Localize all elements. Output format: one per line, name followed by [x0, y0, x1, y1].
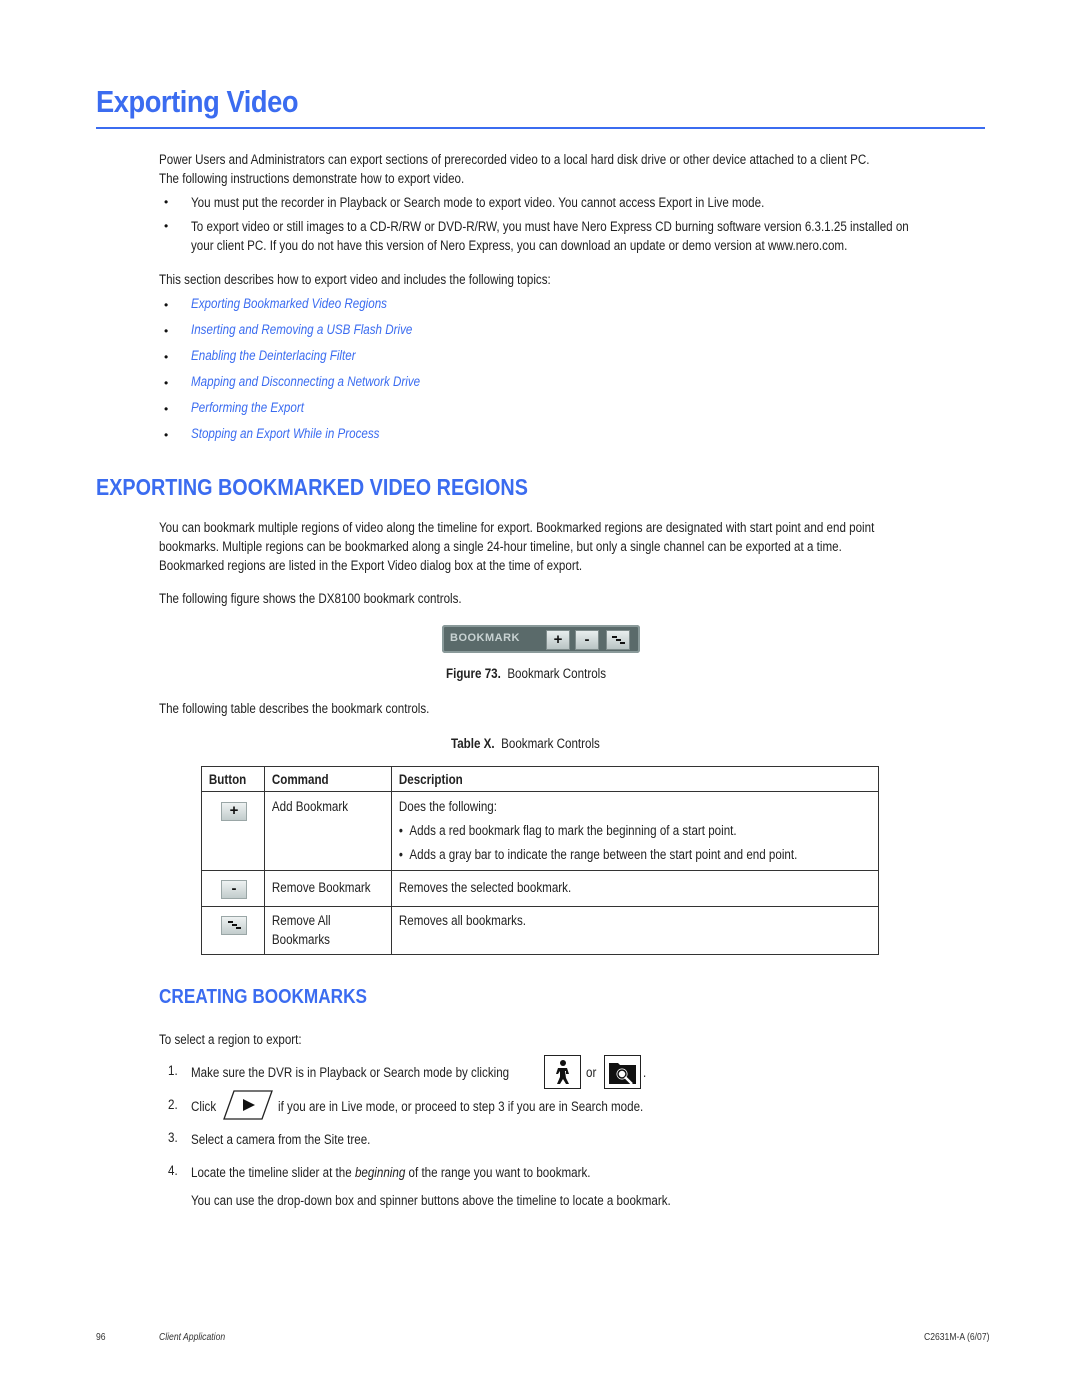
table-row: Remove All Bookmarks Removes all bookmar…	[201, 906, 879, 955]
table-row: + Add Bookmark Does the following: • Add…	[201, 791, 879, 871]
topic-link-deinterlacing[interactable]: Enabling the Deinterlacing Filter	[191, 348, 356, 363]
footer-doc-id: C2631M-A (6/07)	[924, 1332, 990, 1343]
intro-line-2: The following instructions demonstrate h…	[159, 171, 465, 186]
bullet: •	[164, 195, 169, 209]
table-header-row: Button Command Description	[201, 766, 879, 792]
header-description: Description	[391, 766, 879, 792]
emphasis: beginning	[354, 1165, 406, 1180]
add-bookmark-button[interactable]: +	[546, 630, 570, 650]
table-row: - Remove Bookmark Removes the selected b…	[201, 870, 879, 907]
section1-para-line-1: You can bookmark multiple regions of vid…	[159, 520, 875, 535]
remove-all-icon	[221, 916, 247, 935]
bullet: •	[164, 402, 169, 416]
bookmark-label: BOOKMARK	[450, 632, 520, 644]
remove-all-icon	[612, 636, 625, 644]
page-title: Exporting Video	[96, 84, 299, 119]
play-button[interactable]	[222, 1090, 274, 1120]
search-mode-button[interactable]	[604, 1055, 641, 1089]
topics-intro: This section describes how to export vid…	[159, 272, 551, 287]
step-2-text: if you are in Live mode, or proceed to s…	[278, 1099, 644, 1114]
note-1: You must put the recorder in Playback or…	[191, 195, 765, 210]
topic-link-performing-export[interactable]: Performing the Export	[191, 400, 304, 415]
bullet: •	[164, 298, 169, 312]
remove-bookmark-button[interactable]: -	[575, 630, 599, 650]
search-folder-icon	[609, 1063, 636, 1085]
bookmark-controls-figure: BOOKMARK + -	[442, 625, 640, 653]
header-command: Command	[264, 766, 392, 792]
play-icon	[223, 1090, 273, 1120]
bullet: •	[164, 350, 169, 364]
figure-number: Figure 73.	[446, 666, 501, 681]
plus-icon: +	[221, 802, 247, 821]
description-cell: Removes the selected bookmark.	[398, 880, 572, 895]
header-button: Button	[201, 766, 265, 792]
steps-intro: To select a region to export:	[159, 1032, 302, 1047]
step-number: 3.	[168, 1130, 178, 1145]
note-2-line-2: your client PC. If you do not have this …	[191, 238, 848, 253]
step-number: 4.	[168, 1163, 178, 1178]
intro-line-1: Power Users and Administrators can expor…	[159, 152, 870, 167]
table-caption: Table X. Bookmark Controls	[451, 736, 600, 751]
topic-link-stopping-export[interactable]: Stopping an Export While in Process	[191, 426, 379, 441]
step-1-or: or	[586, 1065, 597, 1080]
figure-caption-text: Bookmark Controls	[507, 666, 607, 681]
step-number: 2.	[168, 1097, 178, 1112]
step-1-end: .	[643, 1065, 647, 1080]
table-number: Table X.	[451, 736, 495, 751]
footer-page-number: 96	[96, 1332, 106, 1343]
figure-caption: Figure 73. Bookmark Controls	[446, 666, 606, 681]
step-2-click: Click	[191, 1099, 217, 1114]
walking-person-icon	[556, 1060, 569, 1084]
table-intro: The following table describes the bookma…	[159, 701, 430, 716]
bullet: •	[164, 324, 169, 338]
figure-intro: The following figure shows the DX8100 bo…	[159, 591, 462, 606]
step-4-text: Locate the timeline slider at the beginn…	[191, 1165, 591, 1180]
bullet: •	[164, 219, 169, 233]
footer-section: Client Application	[159, 1332, 226, 1343]
remove-all-bookmarks-button[interactable]	[606, 630, 630, 650]
description-cell: Removes all bookmarks.	[398, 913, 526, 928]
topic-link-exporting-bookmarked[interactable]: Exporting Bookmarked Video Regions	[191, 296, 387, 311]
topic-link-network-drive[interactable]: Mapping and Disconnecting a Network Driv…	[191, 374, 420, 389]
step-3-text: Select a camera from the Site tree.	[191, 1132, 371, 1147]
description-cell: Does the following:	[398, 799, 497, 814]
section1-para-line-3: Bookmarked regions are listed in the Exp…	[159, 558, 583, 573]
description-bullet-2: • Adds a gray bar to indicate the range …	[398, 847, 798, 862]
step-1-text: Make sure the DVR is in Playback or Sear…	[191, 1065, 510, 1080]
command-cell: Remove Bookmark	[271, 880, 371, 895]
minus-icon: -	[221, 880, 247, 899]
bookmark-controls-table: Button Command Description + Add Bookmar…	[201, 766, 879, 955]
title-rule	[96, 127, 985, 129]
document-page: Exporting Video Power Users and Administ…	[0, 0, 1080, 1397]
table-caption-text: Bookmark Controls	[501, 736, 600, 751]
bullet: •	[164, 376, 169, 390]
step-4-subtext: You can use the drop-down box and spinne…	[191, 1193, 671, 1208]
description-bullet-1: • Adds a red bookmark flag to mark the b…	[398, 823, 737, 838]
command-cell-line-1: Remove All	[271, 913, 331, 928]
playback-mode-button[interactable]	[544, 1055, 581, 1089]
section-heading-bookmarked: EXPORTING BOOKMARKED VIDEO REGIONS	[96, 474, 528, 500]
command-cell-line-2: Bookmarks	[271, 932, 330, 947]
topic-link-usb-flash-drive[interactable]: Inserting and Removing a USB Flash Drive	[191, 322, 412, 337]
note-2-line-1: To export video or still images to a CD-…	[191, 219, 909, 234]
command-cell: Add Bookmark	[271, 799, 349, 814]
step-number: 1.	[168, 1063, 178, 1078]
section1-para-line-2: bookmarks. Multiple regions can be bookm…	[159, 539, 842, 554]
bullet: •	[164, 428, 169, 442]
section-heading-creating: CREATING BOOKMARKS	[159, 986, 367, 1008]
